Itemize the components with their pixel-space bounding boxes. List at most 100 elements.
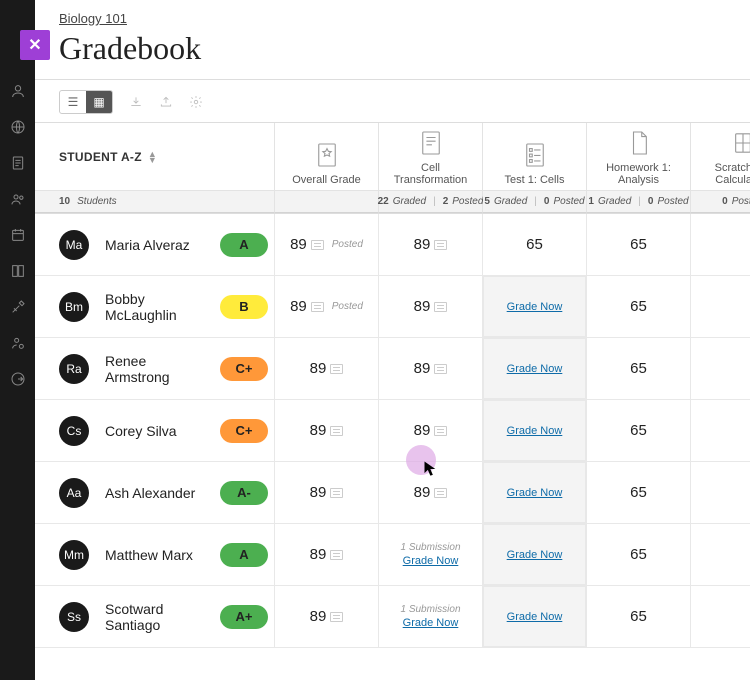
view-toggle[interactable]: ☰ ▦ xyxy=(59,90,113,114)
tools-icon[interactable] xyxy=(9,298,27,316)
student-row[interactable]: Mm Matthew Marx A xyxy=(35,524,275,586)
student-name: Bobby McLaughlin xyxy=(105,291,204,323)
grade-cell[interactable]: Grade Now xyxy=(483,524,587,586)
avatar: Cs xyxy=(59,416,89,446)
student-name: Maria Alveraz xyxy=(105,237,204,253)
student-sort-header[interactable]: STUDENT A-Z▲▼ xyxy=(35,123,275,191)
page-title: Gradebook xyxy=(59,30,726,67)
grade-cell[interactable]: 89Posted xyxy=(275,276,379,338)
grade-now-link[interactable]: Grade Now xyxy=(403,617,459,629)
grade-cell[interactable]: 65 xyxy=(483,214,587,276)
people-icon[interactable] xyxy=(9,190,27,208)
grade-cell[interactable]: 65 xyxy=(587,276,691,338)
column-header-scratchpad[interactable]: Scratchpad Calculation xyxy=(691,123,750,191)
globe-icon[interactable] xyxy=(9,118,27,136)
avatar: Ra xyxy=(59,354,89,384)
score: 65 xyxy=(630,236,647,253)
grade-cell[interactable]: 89 xyxy=(379,338,483,400)
grade-cell[interactable]: 89 xyxy=(379,214,483,276)
grade-cell[interactable]: 89Posted xyxy=(275,214,379,276)
empty-cell xyxy=(691,586,750,648)
grade-cell[interactable]: 65 xyxy=(587,462,691,524)
grade-now-link[interactable]: Grade Now xyxy=(507,301,563,313)
assignment-icon xyxy=(420,130,442,156)
student-row[interactable]: Cs Corey Silva C+ xyxy=(35,400,275,462)
grade-cell[interactable]: 1 Submission Grade Now xyxy=(379,524,483,586)
calendar-icon[interactable] xyxy=(9,226,27,244)
column-header-test1[interactable]: Test 1: Cells xyxy=(483,123,587,191)
logout-icon[interactable] xyxy=(9,370,27,388)
grade-cell[interactable]: Grade Now xyxy=(483,586,587,648)
empty-cell xyxy=(691,214,750,276)
submission-count: 1 Submission xyxy=(400,542,460,553)
cursor-arrow-icon xyxy=(422,459,442,484)
column-header-cell-transformation[interactable]: Cell Transformation xyxy=(379,123,483,191)
score: 65 xyxy=(630,298,647,315)
gradebook-grid: STUDENT A-Z▲▼ Overall Grade Cell Transfo… xyxy=(35,122,750,213)
overall-grade-pill: A- xyxy=(220,481,268,505)
grade-cell[interactable]: 89 xyxy=(275,524,379,586)
empty-cell xyxy=(691,338,750,400)
student-row[interactable]: Bm Bobby McLaughlin B xyxy=(35,276,275,338)
score: 65 xyxy=(630,546,647,563)
grade-now-link[interactable]: Grade Now xyxy=(507,425,563,437)
grade-cell[interactable]: Grade Now xyxy=(483,276,587,338)
student-name: Ash Alexander xyxy=(105,485,204,501)
avatar: Ss xyxy=(59,602,89,632)
page-header: Biology 101 Gradebook xyxy=(35,0,750,80)
grid-view-icon[interactable]: ▦ xyxy=(86,91,112,113)
student-row[interactable]: Ss Scotward Santiago A+ xyxy=(35,586,275,648)
student-name: Corey Silva xyxy=(105,423,204,439)
column-header-overall[interactable]: Overall Grade xyxy=(275,123,379,191)
score: 89 xyxy=(414,360,448,377)
download-icon[interactable] xyxy=(129,95,143,109)
grade-cell[interactable]: 65 xyxy=(587,214,691,276)
grade-cell[interactable]: 65 xyxy=(587,586,691,648)
note-icon xyxy=(330,364,343,374)
score: 65 xyxy=(630,360,647,377)
grade-cell[interactable]: 89 xyxy=(275,400,379,462)
grade-now-link[interactable]: Grade Now xyxy=(507,487,563,499)
grade-cell[interactable]: 65 xyxy=(587,400,691,462)
grade-cell[interactable]: Grade Now xyxy=(483,338,587,400)
student-row[interactable]: Aa Ash Alexander A- xyxy=(35,462,275,524)
note-icon xyxy=(434,240,447,250)
upload-icon[interactable] xyxy=(159,95,173,109)
grade-cell[interactable]: Grade Now xyxy=(483,400,587,462)
score: 89 xyxy=(414,298,448,315)
grade-cell[interactable]: 65 xyxy=(587,338,691,400)
student-row[interactable]: Ma Maria Alveraz A xyxy=(35,214,275,276)
person-icon[interactable] xyxy=(9,82,27,100)
score: 89 xyxy=(310,422,344,439)
toolbar: ☰ ▦ xyxy=(35,80,750,122)
settings-gear-icon[interactable] xyxy=(189,95,203,109)
breadcrumb[interactable]: Biology 101 xyxy=(59,11,127,26)
book-icon[interactable] xyxy=(9,262,27,280)
grade-now-link[interactable]: Grade Now xyxy=(507,611,563,623)
grade-cell[interactable]: 89 xyxy=(275,338,379,400)
list-view-icon[interactable]: ☰ xyxy=(60,91,86,113)
grade-cell[interactable]: 89 xyxy=(275,462,379,524)
grade-cell[interactable]: Grade Now xyxy=(483,462,587,524)
avatar: Mm xyxy=(59,540,89,570)
note-icon xyxy=(434,488,447,498)
overall-grade-pill: B xyxy=(220,295,268,319)
grade-now-link[interactable]: Grade Now xyxy=(507,549,563,561)
student-row[interactable]: Ra Renee Armstrong C+ xyxy=(35,338,275,400)
grade-cell[interactable]: 1 SubmissionGrade Now xyxy=(379,586,483,648)
grade-now-link[interactable]: Grade Now xyxy=(403,555,459,567)
overall-subheader xyxy=(275,191,379,213)
score: 89 xyxy=(310,546,344,563)
column-header-homework1[interactable]: Homework 1: Analysis xyxy=(587,123,691,191)
grade-cell[interactable]: 89 xyxy=(379,276,483,338)
close-panel-button[interactable]: ✕ xyxy=(20,30,50,60)
avatar: Bm xyxy=(59,292,89,322)
admin-icon[interactable] xyxy=(9,334,27,352)
grade-cell[interactable]: 89 xyxy=(275,586,379,648)
grade-cell[interactable]: 65 xyxy=(587,524,691,586)
note-icon xyxy=(434,302,447,312)
grade-now-link[interactable]: Grade Now xyxy=(507,363,563,375)
document-icon[interactable] xyxy=(9,154,27,172)
posted-label: Posted xyxy=(332,301,363,312)
note-icon xyxy=(330,488,343,498)
